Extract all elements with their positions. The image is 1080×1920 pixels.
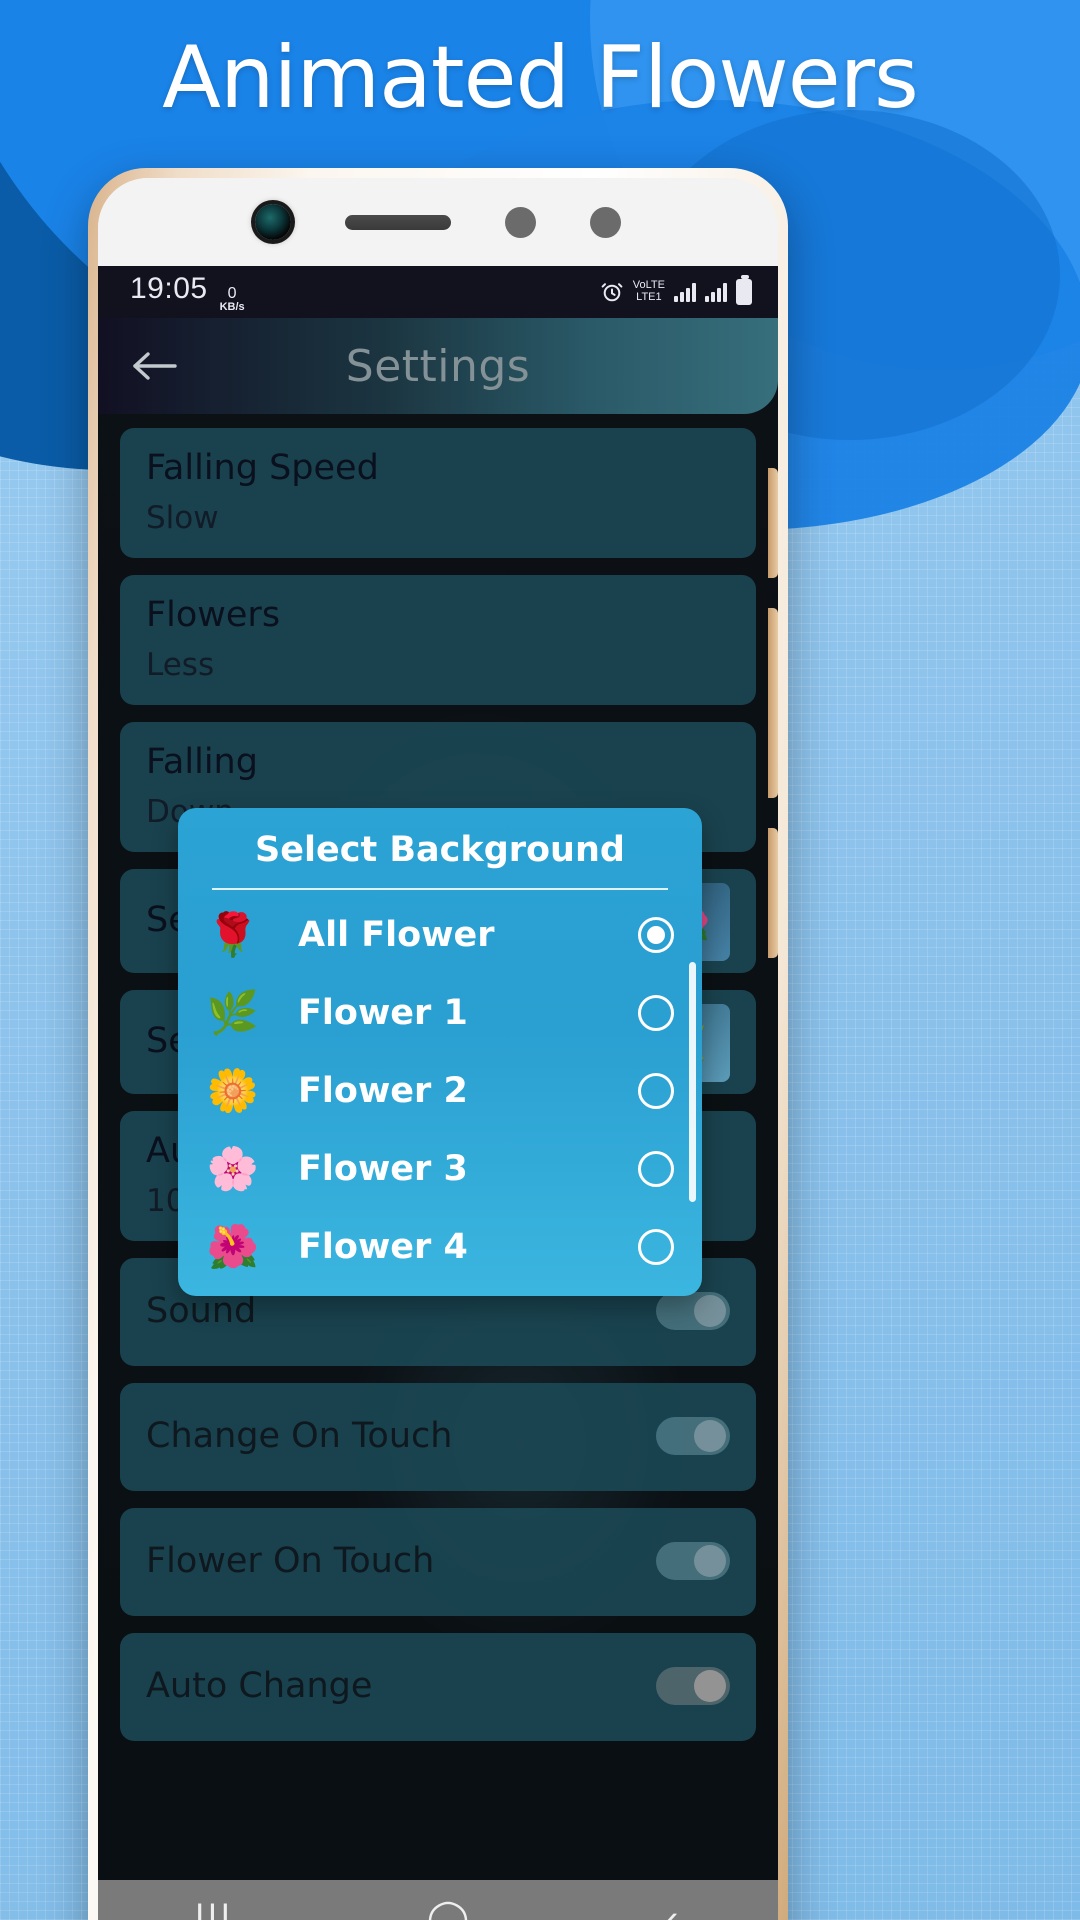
network-speed-indicator: 0 KB/s [219, 284, 245, 313]
phone-volume-button [768, 468, 778, 578]
status-bar-left: 19:05 0 KB/s [130, 272, 245, 313]
radio-button-icon[interactable] [638, 917, 674, 953]
flower-icon: 🌺 [206, 1223, 260, 1270]
radio-button-icon[interactable] [638, 1073, 674, 1109]
flower-icon: 🌿 [206, 989, 260, 1036]
phone-screen-frame: 19:05 0 KB/s VoLTE LTE1 Settings Falling… [98, 178, 778, 1920]
dialog-option-label: Flower 3 [298, 1149, 468, 1189]
device-screen: 19:05 0 KB/s VoLTE LTE1 Settings Falling… [98, 266, 778, 1920]
dialog-option-flower-2[interactable]: 🌼 Flower 2 [178, 1052, 702, 1130]
phone-mockup: 19:05 0 KB/s VoLTE LTE1 Settings Falling… [88, 168, 788, 1920]
status-bar: 19:05 0 KB/s VoLTE LTE1 [98, 266, 778, 318]
phone-power-button [768, 608, 778, 798]
dialog-option-label: Flower 1 [298, 993, 468, 1033]
banner-title: Animated Flowers [162, 28, 919, 128]
dialog-option-flower-3[interactable]: 🌸 Flower 3 [178, 1130, 702, 1208]
back-icon[interactable]: ‹ [666, 1900, 682, 1920]
front-camera-icon [255, 204, 291, 240]
dialog-option-all-flower[interactable]: 🌹 All Flower [178, 896, 702, 974]
flower-icon: 🌹 [206, 911, 260, 958]
volte-label-bottom: LTE1 [636, 291, 662, 303]
android-navigation-bar: ||| ◯ ‹ [98, 1880, 778, 1920]
signal-bars-icon [674, 282, 696, 302]
radio-button-icon[interactable] [638, 1229, 674, 1265]
phone-extra-button [768, 828, 778, 958]
dialog-option-flower-4[interactable]: 🌺 Flower 4 [178, 1208, 702, 1286]
light-sensor-icon [590, 206, 621, 238]
select-background-dialog: Select Background 🌹 All Flower 🌿 Flower … [178, 808, 702, 1296]
flower-icon: 🌸 [206, 1145, 260, 1192]
dialog-title: Select Background [255, 830, 625, 870]
volte-indicator: VoLTE LTE1 [633, 280, 665, 303]
battery-icon [736, 275, 752, 305]
dialog-scrollbar[interactable] [689, 962, 696, 1202]
radio-button-icon[interactable] [638, 1151, 674, 1187]
flower-icon: 🌼 [206, 1067, 260, 1114]
dialog-option-label: All Flower [298, 915, 495, 955]
proximity-sensor-icon [505, 206, 536, 238]
app-content: Settings Falling Speed Slow Flowers Less [98, 318, 778, 1880]
dialog-option-list: 🌹 All Flower 🌿 Flower 1 🌼 Flower 2 🌸 Flo… [178, 896, 702, 1286]
dialog-option-label: Flower 4 [298, 1227, 468, 1267]
radio-button-icon[interactable] [638, 995, 674, 1031]
dialog-option-flower-1[interactable]: 🌿 Flower 1 [178, 974, 702, 1052]
network-speed-value: 0 [227, 284, 237, 302]
status-bar-right: VoLTE LTE1 [600, 275, 752, 305]
page-root: Animated Flowers 19:05 0 KB/s VoLTE LTE1… [0, 0, 1080, 1920]
phone-top-bezel [98, 178, 778, 266]
recents-icon[interactable]: ||| [195, 1900, 234, 1920]
network-speed-unit: KB/s [219, 300, 245, 313]
dialog-option-label: Flower 2 [298, 1071, 468, 1111]
home-icon[interactable]: ◯ [427, 1900, 473, 1920]
dialog-divider [212, 888, 668, 890]
status-time: 19:05 [130, 271, 208, 305]
earpiece-speaker-icon [345, 214, 451, 230]
alarm-clock-icon [600, 280, 624, 304]
signal-bars-secondary-icon [705, 282, 727, 302]
